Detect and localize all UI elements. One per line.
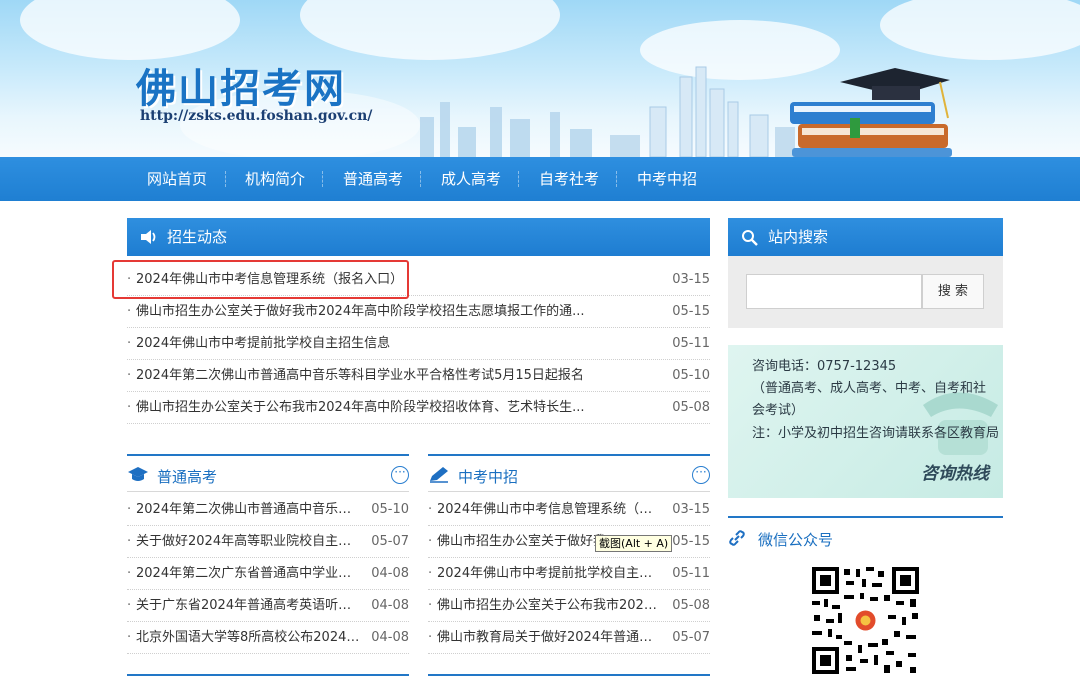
news-date: 05-11 [672, 336, 710, 351]
nav-separator [225, 171, 226, 187]
gaokao-date: 04-08 [371, 566, 409, 581]
news-row[interactable]: · 2024年佛山市中考提前批学校自主招生信息 05-11 [127, 328, 710, 360]
gaokao-link[interactable]: 关于做好2024年高等职业院校自主招生... [136, 526, 361, 558]
nav-self-study-exam[interactable]: 自考社考 [539, 157, 599, 201]
wechat-qr-code [810, 565, 921, 676]
news-link[interactable]: 佛山市招生办公室关于做好我市2024年高中阶段学校招生志愿填报工作的通... [136, 296, 606, 328]
gaokao-date: 05-07 [371, 534, 409, 549]
gaokao-date: 04-08 [371, 630, 409, 645]
zhongkao-panel-title: 中考中招 [458, 468, 519, 486]
news-row[interactable]: · 佛山市招生办公室关于做好我市2024年高中阶段学校招生志愿填报工作的通...… [127, 296, 710, 328]
news-date: 05-10 [672, 368, 710, 383]
graduation-cap-icon [128, 467, 148, 481]
zhongkao-row[interactable]: · 佛山市招生办公室关于公布我市2024年... 05-08 [428, 590, 710, 622]
news-panel-title: 招生动态 [167, 228, 228, 246]
news-date: 05-08 [672, 400, 710, 415]
nav-adult-exam[interactable]: 成人高考 [441, 157, 501, 201]
pen-icon [430, 467, 448, 483]
hotline-banner: 咨询电话：0757-12345 （普通高考、成人高考、中考、自考和社会考试） 注… [728, 345, 1003, 498]
news-date: 03-15 [672, 272, 710, 287]
nav-about[interactable]: 机构简介 [245, 157, 305, 201]
zhongkao-date: 05-08 [672, 598, 710, 613]
zhongkao-date: 05-11 [672, 566, 710, 581]
panel-bottom-line [428, 674, 710, 676]
zhongkao-date: 05-15 [672, 534, 710, 549]
more-icon[interactable]: ··· [692, 466, 710, 484]
gaokao-row[interactable]: · 2024年第二次广东省普通高中学业水平... 04-08 [127, 558, 409, 590]
gaokao-panel-header: 普通高考 ··· [127, 454, 409, 492]
nav-separator [518, 171, 519, 187]
screenshot-tooltip: 截图(Alt + A) [595, 535, 673, 552]
hotline-scope: （普通高考、成人高考、中考、自考和社会考试） [752, 381, 987, 418]
hotline-note: 注：小学及初中招生咨询请联系各区教育局 [752, 426, 1000, 441]
zhongkao-date: 05-07 [672, 630, 710, 645]
gaokao-link[interactable]: 关于广东省2024年普通高考英语听说考... [136, 590, 361, 622]
main-nav: 网站首页 机构简介 普通高考 成人高考 自考社考 中考中招 [0, 157, 1080, 201]
wechat-panel-header: 微信公众号 [728, 516, 1003, 556]
gaokao-row[interactable]: · 2024年第二次佛山市普通高中音乐等科... 05-10 [127, 494, 409, 526]
hotline-phone: 咨询电话：0757-12345 [752, 359, 897, 374]
zhongkao-row[interactable]: · 2024年佛山市中考信息管理系统（报名... 03-15 [428, 494, 710, 526]
gaokao-panel-title: 普通高考 [157, 468, 218, 486]
zhongkao-panel-header: 中考中招 ··· [428, 454, 710, 492]
search-form: 搜 索 [728, 256, 1003, 328]
search-icon [742, 230, 758, 246]
gaokao-link[interactable]: 北京外国语大学等8所高校公布2024年... [136, 622, 361, 654]
search-button[interactable]: 搜 索 [922, 274, 984, 309]
zhongkao-link[interactable]: 2024年佛山市中考提前批学校自主招生... [437, 558, 662, 590]
link-icon [729, 530, 745, 546]
zhongkao-date: 03-15 [672, 502, 710, 517]
news-row[interactable]: · 2024年第二次佛山市普通高中音乐等科目学业水平合格性考试5月15日起报名 … [127, 360, 710, 392]
nav-zhongkao[interactable]: 中考中招 [637, 157, 697, 201]
speaker-icon [141, 230, 156, 244]
nav-separator [322, 171, 323, 187]
gaokao-date: 04-08 [371, 598, 409, 613]
nav-separator [616, 171, 617, 187]
zhongkao-link[interactable]: 佛山市教育局关于做好2024年普通高中... [437, 622, 662, 654]
nav-separator [420, 171, 421, 187]
books-graduation-cap-image [790, 68, 952, 157]
site-title: 佛山招考网 [136, 65, 346, 112]
zhongkao-link[interactable]: 佛山市招生办公室关于公布我市2024年... [437, 590, 662, 622]
news-link[interactable]: 2024年第二次佛山市普通高中音乐等科目学业水平合格性考试5月15日起报名 [136, 360, 606, 392]
cloud-decoration [300, 0, 560, 60]
zhongkao-row[interactable]: · 佛山市教育局关于做好2024年普通高中... 05-07 [428, 622, 710, 654]
news-panel-header: 招生动态 [127, 218, 710, 256]
search-panel-header: 站内搜索 [728, 218, 1003, 256]
gaokao-row[interactable]: · 关于广东省2024年普通高考英语听说考... 04-08 [127, 590, 409, 622]
news-date: 05-15 [672, 304, 710, 319]
news-link[interactable]: 佛山市招生办公室关于公布我市2024年高中阶段学校招收体育、艺术特长生... [136, 392, 606, 424]
gaokao-date: 05-10 [371, 502, 409, 517]
nav-gaokao[interactable]: 普通高考 [343, 157, 403, 201]
highlight-annotation-box [112, 260, 409, 299]
gaokao-link[interactable]: 2024年第二次广东省普通高中学业水平... [136, 558, 361, 590]
header-banner: 佛山招考网 http://zsks.edu.foshan.gov.cn/ [0, 0, 1080, 157]
search-panel-title: 站内搜索 [768, 228, 829, 246]
search-input[interactable] [746, 274, 922, 309]
gaokao-row[interactable]: · 关于做好2024年高等职业院校自主招生... 05-07 [127, 526, 409, 558]
nav-home[interactable]: 网站首页 [147, 157, 207, 201]
panel-bottom-line [127, 674, 409, 676]
zhongkao-row[interactable]: · 2024年佛山市中考提前批学校自主招生... 05-11 [428, 558, 710, 590]
wechat-panel-title: 微信公众号 [758, 531, 834, 549]
more-icon[interactable]: ··· [391, 466, 409, 484]
site-url: http://zsks.edu.foshan.gov.cn/ [140, 108, 373, 124]
gaokao-row[interactable]: · 北京外国语大学等8所高校公布2024年... 04-08 [127, 622, 409, 654]
gaokao-link[interactable]: 2024年第二次佛山市普通高中音乐等科... [136, 494, 361, 526]
news-link[interactable]: 2024年佛山市中考提前批学校自主招生信息 [136, 328, 606, 360]
hotline-badge: 咨询热线 [921, 464, 989, 484]
cloud-decoration [20, 0, 240, 60]
news-row[interactable]: · 佛山市招生办公室关于公布我市2024年高中阶段学校招收体育、艺术特长生...… [127, 392, 710, 424]
zhongkao-link[interactable]: 2024年佛山市中考信息管理系统（报名... [437, 494, 662, 526]
